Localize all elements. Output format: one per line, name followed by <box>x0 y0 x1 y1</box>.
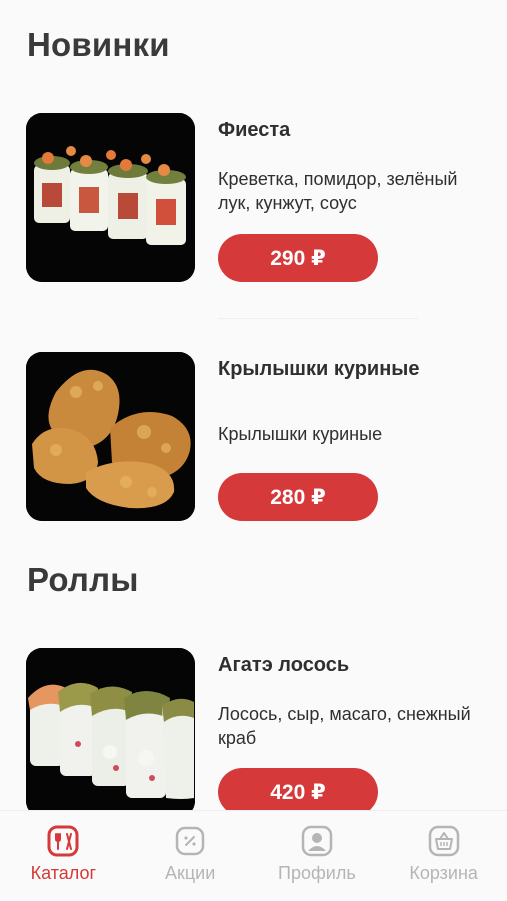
catalog-scroll-area[interactable]: Новинки Фиеста Креветка, помидор, зелёны… <box>0 0 507 810</box>
divider <box>218 318 418 319</box>
section-title-new: Новинки <box>27 26 170 63</box>
tab-basket[interactable]: Корзина <box>380 811 507 901</box>
bottom-tab-bar: Каталог Акции Профиль Корзина <box>0 810 507 901</box>
discount-icon <box>175 826 205 856</box>
product-description: Креветка, помидор, зелёный лук, кунжут, … <box>218 169 458 213</box>
tab-label: Каталог <box>30 863 97 883</box>
chicken-wings-image[interactable] <box>26 352 195 521</box>
product-description: Лосось, сыр, масаго, снежный краб <box>218 704 471 748</box>
product-card[interactable]: Крылышки куриные Крылышки куриные 280 ₽ <box>0 352 507 532</box>
product-card[interactable]: Фиеста Креветка, помидор, зелёный лук, к… <box>0 113 507 293</box>
tab-profile[interactable]: Профиль <box>254 811 381 901</box>
price-button[interactable]: 290 ₽ <box>218 234 378 282</box>
tab-label: Корзина <box>409 863 478 883</box>
sushi-rolls-image[interactable] <box>26 113 195 282</box>
product-card[interactable]: Агатэ лосось Лосось, сыр, масаго, снежны… <box>0 648 507 810</box>
basket-icon <box>428 825 459 857</box>
tab-label: Профиль <box>278 863 356 883</box>
price-button[interactable]: 420 ₽ <box>218 768 378 810</box>
section-title-rolls: Роллы <box>27 561 139 598</box>
product-name: Фиеста <box>218 119 291 141</box>
catalog-icon <box>47 825 79 857</box>
product-name: Агатэ лосось <box>218 654 350 676</box>
tab-promotions[interactable]: Акции <box>127 811 254 901</box>
tab-catalog[interactable]: Каталог <box>0 811 127 901</box>
tab-label: Акции <box>164 863 216 883</box>
product-name: Крылышки куриные <box>218 358 420 380</box>
profile-icon <box>301 825 333 857</box>
price-button[interactable]: 280 ₽ <box>218 473 378 521</box>
product-description: Крылышки куриные <box>218 424 383 444</box>
salmon-rolls-image[interactable] <box>26 648 195 810</box>
